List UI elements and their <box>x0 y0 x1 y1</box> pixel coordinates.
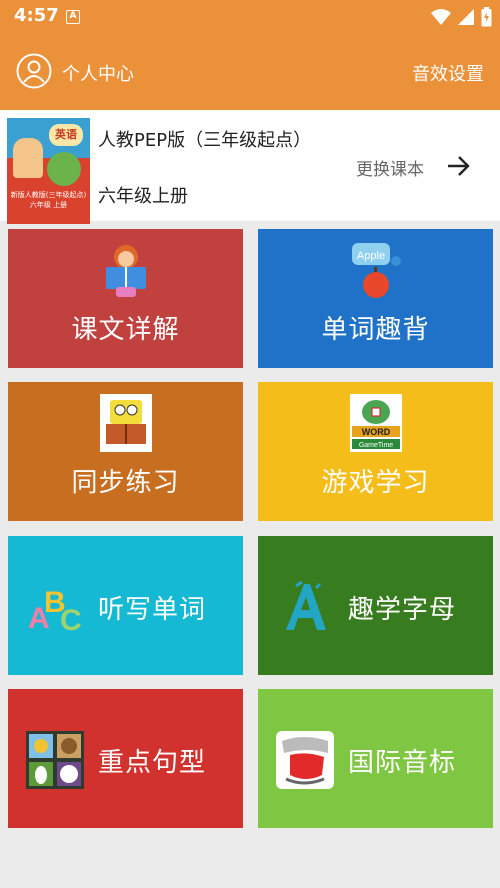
textbook-card[interactable]: 英语 新版人教版(三年级起点) 六年级 上册 人教PEP版（三年级起点） 六年级… <box>0 110 500 224</box>
word-game-text: WORD <box>362 427 391 437</box>
arrow-right-icon[interactable] <box>446 154 472 178</box>
cover-badge: 英语 <box>49 124 83 146</box>
status-time: 4:57 <box>14 5 59 26</box>
sound-settings-link[interactable]: 音效设置 <box>412 60 484 86</box>
system-icons <box>431 7 492 27</box>
wifi-icon <box>431 9 451 25</box>
svg-text:C: C <box>60 604 82 636</box>
notification-icon: A <box>66 10 80 24</box>
profile-center-link[interactable]: 个人中心 <box>62 60 134 86</box>
abc-letters-icon: A B C <box>28 586 82 636</box>
apple-word-icon: Apple <box>352 243 401 298</box>
user-avatar-icon[interactable] <box>16 53 52 89</box>
change-book-button[interactable]: 更换课本 <box>356 155 424 180</box>
tile-word-memorize[interactable]: Apple 单词趣背 <box>258 229 493 368</box>
letter-a-icon <box>286 580 326 630</box>
tile-key-sentences[interactable]: 重点句型 <box>8 689 243 828</box>
reading-girl-icon <box>106 245 146 297</box>
tile-label: 听写单词 <box>98 595 207 625</box>
mouth-tongue-icon <box>276 731 334 789</box>
book-grade: 六年级上册 <box>98 186 188 207</box>
word-game-icon: WORD GameTime <box>350 394 402 452</box>
tile-label: 趣学字母 <box>348 595 457 625</box>
tile-game-learning[interactable]: WORD GameTime 游戏学习 <box>258 382 493 521</box>
tile-label: 国际音标 <box>348 748 457 778</box>
signal-icon <box>458 9 474 25</box>
tile-phonetics[interactable]: 国际音标 <box>258 689 493 828</box>
tile-label: 重点句型 <box>98 748 207 778</box>
battery-icon <box>481 7 492 27</box>
sponge-book-icon <box>100 394 152 452</box>
book-title: 人教PEP版（三年级起点） <box>98 130 312 151</box>
tile-sync-practice[interactable]: 同步练习 <box>8 382 243 521</box>
tile-label: 同步练习 <box>71 468 180 498</box>
tile-label: 课文详解 <box>71 315 180 345</box>
tile-dictation[interactable]: A B C 听写单词 <box>8 536 243 675</box>
svg-text:Apple: Apple <box>357 250 385 262</box>
animals-grid-icon <box>26 731 84 789</box>
tile-fun-letters[interactable]: 趣学字母 <box>258 536 493 675</box>
book-cover-image: 英语 新版人教版(三年级起点) 六年级 上册 <box>7 118 90 224</box>
cover-text: 新版人教版(三年级起点) 六年级 上册 <box>10 191 87 209</box>
app-bar: 个人中心 音效设置 <box>0 34 500 110</box>
tile-label: 游戏学习 <box>321 468 430 498</box>
tile-text-explanation[interactable]: 课文详解 <box>8 229 243 368</box>
status-bar: 4:57 A <box>0 0 500 34</box>
word-game-subtext: GameTime <box>359 442 393 449</box>
tile-label: 单词趣背 <box>321 315 430 345</box>
